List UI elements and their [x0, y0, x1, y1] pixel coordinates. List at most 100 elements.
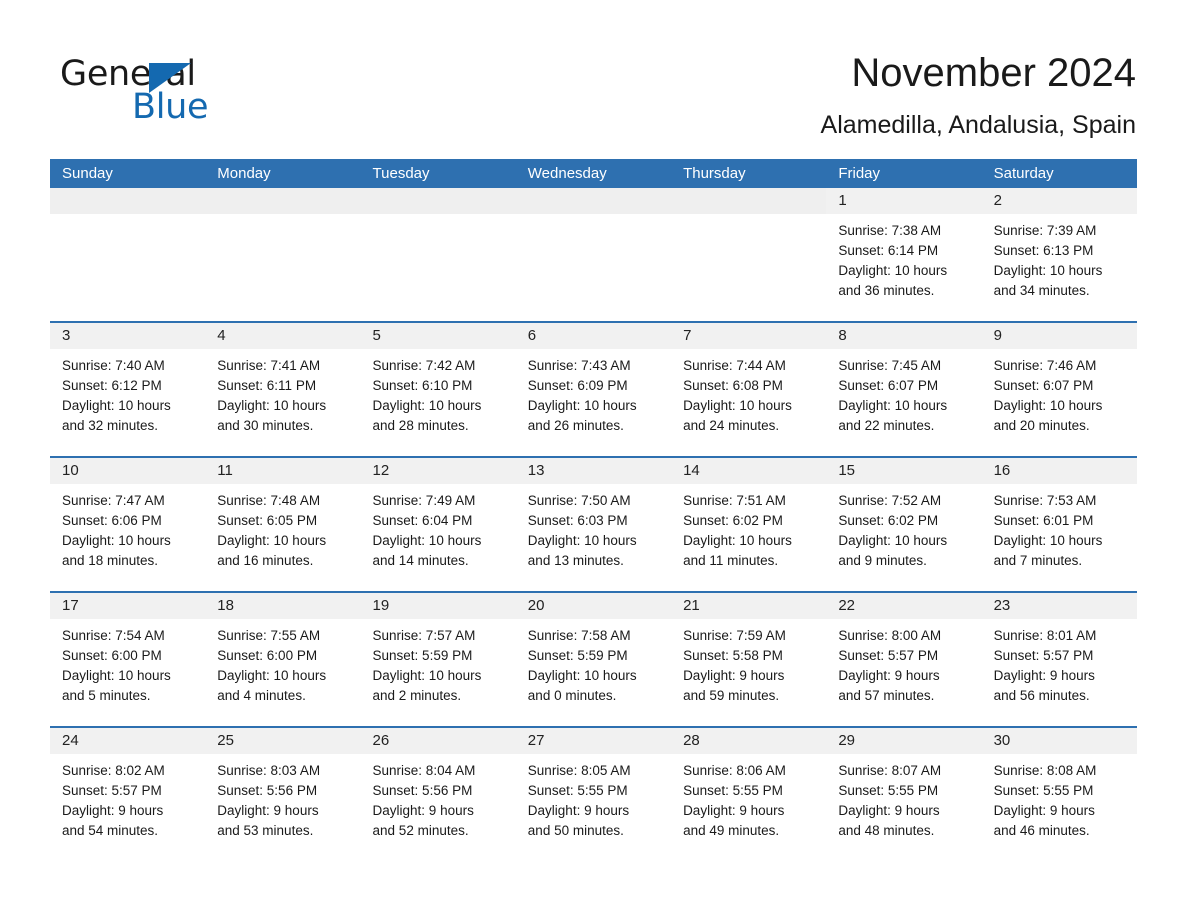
- day-cell[interactable]: 5 Sunrise: 7:42 AM Sunset: 6:10 PM Daylight…: [360, 323, 516, 456]
- day-number: 14: [683, 462, 700, 479]
- day-number-band: 27: [515, 728, 672, 754]
- weekday-header-thursday: Thursday: [683, 165, 746, 182]
- day-cell[interactable]: 28 Sunrise: 8:06 AM Sunset: 5:55 PM Dayligh…: [671, 728, 827, 861]
- sunset-text: Sunset: 6:02 PM: [683, 513, 783, 528]
- daylight-text-cont: and 46 minutes.: [993, 823, 1090, 838]
- day-cell[interactable]: 8 Sunrise: 7:45 AM Sunset: 6:07 PM Daylight…: [826, 323, 982, 456]
- day-cell[interactable]: 30 Sunrise: 8:08 AM Sunset: 5:55 PM Dayligh…: [981, 728, 1137, 861]
- sunrise-text: Sunrise: 7:48 AM: [217, 493, 321, 508]
- day-cell-details: Sunrise: 7:42 AM Sunset: 6:10 PM Daylight:…: [361, 349, 516, 436]
- sunrise-text: Sunrise: 7:46 AM: [993, 358, 1097, 373]
- sunset-text: Sunset: 6:02 PM: [838, 513, 939, 528]
- daylight-text: Daylight: 10 hours: [993, 398, 1103, 413]
- day-number-band: 29: [826, 728, 982, 754]
- day-cell-details: Sunrise: 7:46 AM Sunset: 6:07 PM Daylight:…: [982, 349, 1137, 436]
- day-number: 10: [62, 462, 79, 479]
- day-cell-details: Sunrise: 7:59 AM Sunset: 5:58 PM Daylight:…: [671, 619, 826, 706]
- day-cell[interactable]: 21 Sunrise: 7:59 AM Sunset: 5:58 PM Dayligh…: [671, 593, 827, 726]
- day-number: 8: [838, 327, 847, 344]
- day-cell[interactable]: 4 Sunrise: 7:41 AM Sunset: 6:11 PM Daylight…: [205, 323, 361, 456]
- sunset-text: Sunset: 6:09 PM: [527, 378, 628, 393]
- day-cell[interactable]: 6 Sunrise: 7:43 AM Sunset: 6:09 PM Daylight…: [515, 323, 672, 456]
- daylight-text-cont: and 54 minutes.: [62, 823, 159, 838]
- day-cell-details: [205, 214, 360, 221]
- day-number: 30: [993, 732, 1011, 749]
- day-cell[interactable]: 1 Sunrise: 7:38 AM Sunset: 6:14 PM Daylight…: [826, 188, 982, 321]
- sunrise-text: Sunrise: 7:38 AM: [838, 223, 942, 238]
- weekday-header-tuesday: Tuesday: [372, 165, 430, 182]
- day-cell[interactable]: 26 Sunrise: 8:04 AM Sunset: 5:56 PM Dayligh…: [360, 728, 516, 861]
- calendar-weeks: 1 Sunrise: 7:38 AM Sunset: 6:14 PM Daylight…: [50, 188, 1137, 861]
- day-number: 4: [217, 327, 226, 344]
- sunset-text: Sunset: 5:57 PM: [62, 783, 162, 798]
- weekday-header-monday: Monday: [217, 165, 271, 182]
- day-cell[interactable]: 11 Sunrise: 7:48 AM Sunset: 6:05 PM Dayligh…: [205, 458, 361, 591]
- daylight-text-cont: and 20 minutes.: [993, 418, 1090, 433]
- day-number: 7: [683, 327, 692, 344]
- day-number-band: [671, 188, 827, 214]
- day-cell[interactable]: 13 Sunrise: 7:50 AM Sunset: 6:03 PM Dayligh…: [515, 458, 672, 591]
- daylight-text-cont: and 24 minutes.: [683, 418, 780, 433]
- day-number: 26: [372, 732, 390, 749]
- sunset-text: Sunset: 6:12 PM: [62, 378, 162, 393]
- day-cell-details: [50, 214, 205, 221]
- daylight-text-cont: and 14 minutes.: [372, 553, 469, 568]
- daylight-text: Daylight: 9 hours: [217, 803, 319, 818]
- day-cell[interactable]: 23 Sunrise: 8:01 AM Sunset: 5:57 PM Dayligh…: [981, 593, 1137, 726]
- sunset-text: Sunset: 6:11 PM: [217, 378, 317, 393]
- daylight-text: Daylight: 10 hours: [372, 398, 482, 413]
- day-number-band: 2: [981, 188, 1137, 214]
- sunset-text: Sunset: 6:03 PM: [527, 513, 628, 528]
- day-cell[interactable]: 2 Sunrise: 7:39 AM Sunset: 6:13 PM Daylight…: [981, 188, 1137, 321]
- sunrise-text: Sunrise: 8:04 AM: [372, 763, 476, 778]
- day-cell[interactable]: 19 Sunrise: 7:57 AM Sunset: 5:59 PM Dayligh…: [360, 593, 516, 726]
- sunset-text: Sunset: 5:59 PM: [527, 648, 628, 663]
- daylight-text: Daylight: 10 hours: [372, 668, 482, 683]
- calendar-grid: Sunday Monday Tuesday Wednesday Thursday Frid…: [50, 159, 1137, 861]
- daylight-text: Daylight: 10 hours: [217, 398, 327, 413]
- day-cell-details: Sunrise: 7:48 AM Sunset: 6:05 PM Daylight:…: [205, 484, 360, 571]
- day-cell-details: Sunrise: 8:04 AM Sunset: 5:56 PM Daylight:…: [361, 754, 516, 841]
- daylight-text-cont: and 28 minutes.: [372, 418, 469, 433]
- day-cell-details: Sunrise: 8:03 AM Sunset: 5:56 PM Daylight:…: [205, 754, 360, 841]
- day-number-band: 25: [205, 728, 361, 754]
- day-cell[interactable]: 12 Sunrise: 7:49 AM Sunset: 6:04 PM Dayligh…: [360, 458, 516, 591]
- daylight-text: Daylight: 9 hours: [62, 803, 164, 818]
- daylight-text: Daylight: 10 hours: [683, 398, 792, 413]
- day-cell[interactable]: 7 Sunrise: 7:44 AM Sunset: 6:08 PM Daylight…: [671, 323, 827, 456]
- daylight-text-cont: and 34 minutes.: [993, 283, 1090, 298]
- day-number: 15: [838, 462, 856, 479]
- day-cell[interactable]: 10 Sunrise: 7:47 AM Sunset: 6:06 PM Dayligh…: [50, 458, 206, 591]
- day-number-band: 28: [671, 728, 827, 754]
- daylight-text-cont: and 53 minutes.: [217, 823, 314, 838]
- day-cell[interactable]: 24 Sunrise: 8:02 AM Sunset: 5:57 PM Dayligh…: [50, 728, 206, 861]
- daylight-text-cont: and 30 minutes.: [217, 418, 314, 433]
- general-blue-logo[interactable]: General Blue: [60, 55, 380, 135]
- daylight-text: Daylight: 10 hours: [993, 533, 1103, 548]
- sunrise-text: Sunrise: 7:52 AM: [838, 493, 942, 508]
- day-cell[interactable]: 22 Sunrise: 8:00 AM Sunset: 5:57 PM Dayligh…: [826, 593, 982, 726]
- day-cell[interactable]: 15 Sunrise: 7:52 AM Sunset: 6:02 PM Dayligh…: [826, 458, 982, 591]
- calendar-week-row: 1 Sunrise: 7:38 AM Sunset: 6:14 PM Daylight…: [50, 188, 1137, 321]
- day-cell-details: Sunrise: 7:54 AM Sunset: 6:00 PM Daylight:…: [50, 619, 205, 706]
- day-cell[interactable]: 14 Sunrise: 7:51 AM Sunset: 6:02 PM Dayligh…: [671, 458, 827, 591]
- daylight-text-cont: and 0 minutes.: [527, 688, 617, 703]
- day-cell[interactable]: 17 Sunrise: 7:54 AM Sunset: 6:00 PM Dayligh…: [50, 593, 206, 726]
- page-title: November 2024: [851, 51, 1136, 95]
- day-cell[interactable]: 20 Sunrise: 7:58 AM Sunset: 5:59 PM Dayligh…: [515, 593, 672, 726]
- day-number-band: 5: [360, 323, 516, 349]
- day-cell[interactable]: 27 Sunrise: 8:05 AM Sunset: 5:55 PM Dayligh…: [515, 728, 672, 861]
- day-cell[interactable]: 18 Sunrise: 7:55 AM Sunset: 6:00 PM Dayligh…: [205, 593, 361, 726]
- calendar-week-row: 24 Sunrise: 8:02 AM Sunset: 5:57 PM Dayligh…: [50, 726, 1137, 861]
- day-cell[interactable]: 25 Sunrise: 8:03 AM Sunset: 5:56 PM Dayligh…: [205, 728, 361, 861]
- day-cell[interactable]: 9 Sunrise: 7:46 AM Sunset: 6:07 PM Daylight…: [981, 323, 1137, 456]
- day-cell-empty: [50, 188, 206, 321]
- day-cell[interactable]: 29 Sunrise: 8:07 AM Sunset: 5:55 PM Dayligh…: [826, 728, 982, 861]
- day-cell-empty: [671, 188, 827, 321]
- day-cell-details: Sunrise: 7:40 AM Sunset: 6:12 PM Daylight:…: [50, 349, 205, 436]
- day-cell[interactable]: 3 Sunrise: 7:40 AM Sunset: 6:12 PM Daylight…: [50, 323, 206, 456]
- daylight-text: Daylight: 10 hours: [527, 668, 637, 683]
- day-cell[interactable]: 16 Sunrise: 7:53 AM Sunset: 6:01 PM Dayligh…: [981, 458, 1137, 591]
- sunset-text: Sunset: 5:59 PM: [372, 648, 473, 663]
- sunrise-text: Sunrise: 7:50 AM: [527, 493, 631, 508]
